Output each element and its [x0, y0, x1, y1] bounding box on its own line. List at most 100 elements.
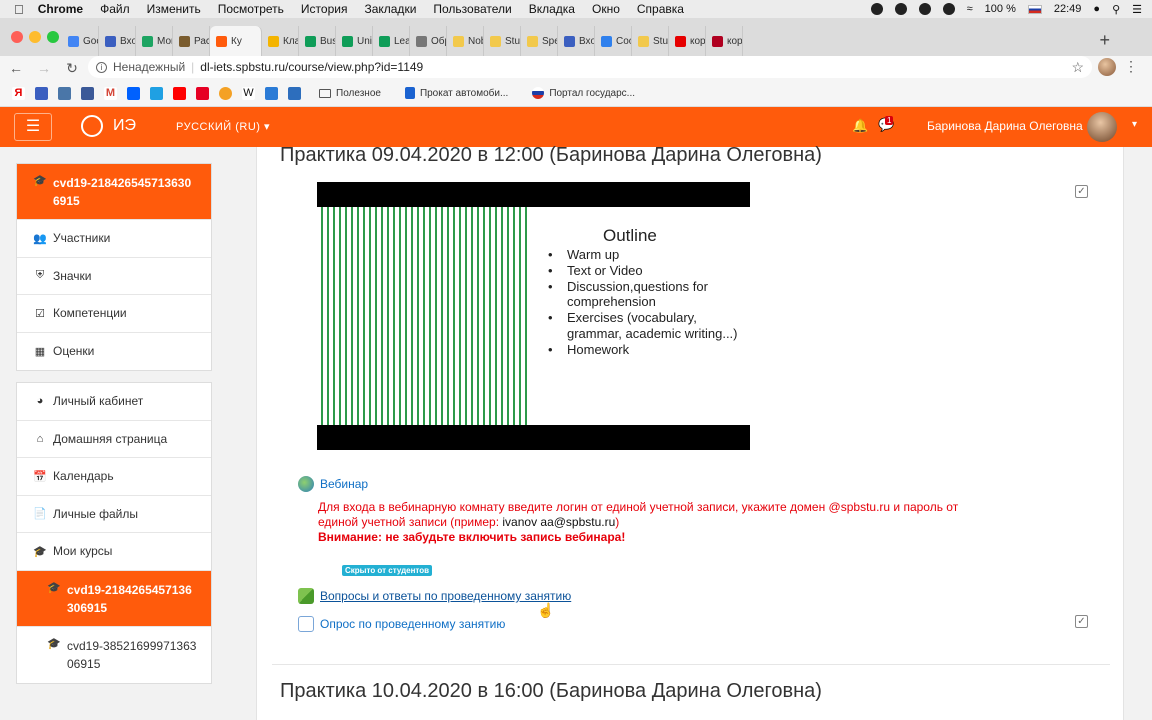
battery-level[interactable]: 100 % [985, 3, 1016, 15]
browser-tab[interactable]: Вход [558, 26, 595, 56]
survey-link[interactable]: Опрос по проведенному занятию [298, 616, 505, 632]
apple-icon[interactable]:  [14, 2, 24, 17]
translate-icon[interactable] [265, 86, 278, 100]
forum-link[interactable]: Вопросы и ответы по проведенному занятию [298, 588, 571, 604]
flag-icon[interactable] [1027, 4, 1042, 14]
browser-tab[interactable]: Stude [484, 26, 521, 56]
sidebar-item-competencies[interactable]: ☑ Компетенции [17, 295, 211, 333]
status-info-icon[interactable] [894, 3, 907, 15]
gmail-icon[interactable]: M [104, 86, 117, 100]
sidebar-item-calendar[interactable]: 📅 Календарь [17, 458, 211, 496]
sidebar-item-course[interactable]: 🎓 cvd19-2184265457136306915 [17, 164, 211, 220]
profile-avatar[interactable] [1098, 58, 1116, 76]
browser-tab[interactable]: Goog [62, 26, 99, 56]
sidebar-item-course-current[interactable]: 🎓 cvd19-2184265457136306915 [17, 570, 211, 627]
browser-tab[interactable]: Обра [410, 26, 447, 56]
section-divider [272, 664, 1110, 665]
notification-center-icon[interactable]: ☰ [1132, 3, 1142, 16]
sidebar-item-dashboard[interactable]: ◕ Личный кабинет [17, 383, 211, 421]
vk-icon[interactable] [58, 86, 71, 100]
calendar-icon: 📅 [33, 470, 47, 483]
status-app-icon[interactable] [870, 3, 883, 15]
sidebar-item-participants[interactable]: 👥 Участники [17, 220, 211, 258]
menu-help[interactable]: Справка [637, 2, 684, 16]
menu-view[interactable]: Посмотреть [218, 2, 284, 16]
browser-tab[interactable]: Вход [99, 26, 136, 56]
browser-tab[interactable]: Unit [336, 26, 373, 56]
browser-tab[interactable]: Мои [136, 26, 173, 56]
clock[interactable]: 22:49 [1054, 3, 1082, 15]
pinterest-icon[interactable] [196, 86, 209, 100]
browser-tab[interactable]: корп [669, 26, 706, 56]
bookmark-car-rental[interactable]: Прокат автомоби... [404, 87, 508, 99]
menu-dots-icon[interactable]: ⋮ [1124, 58, 1138, 75]
yandex-icon[interactable]: Я [12, 86, 25, 100]
completion-checkbox[interactable]: ✓ [1075, 185, 1088, 198]
sidebar-item-badges[interactable]: ⛨ Значки [17, 258, 211, 295]
dropbox-icon[interactable] [127, 86, 140, 100]
user-menu-caret-icon[interactable]: ▾ [1132, 119, 1137, 130]
sidebar-item-grades[interactable]: ▦ Оценки [17, 333, 211, 371]
menu-window[interactable]: Окно [592, 2, 620, 16]
hamburger-menu-icon[interactable]: ☰ [14, 113, 52, 141]
browser-tab[interactable]: кор [706, 26, 743, 56]
browser-tab[interactable]: Расп [173, 26, 210, 56]
menu-bookmarks[interactable]: Закладки [364, 2, 416, 16]
browser-tab[interactable]: Spea [521, 26, 558, 56]
message-count-badge: 1 [885, 116, 894, 125]
bookmark-folder-useful[interactable]: Полезное [319, 88, 381, 99]
status-cloud-icon[interactable] [918, 3, 931, 15]
forward-icon[interactable]: → [32, 60, 56, 76]
reload-icon[interactable]: ↻ [60, 60, 84, 77]
address-bar[interactable]: i Ненадежный | dl-iets.spbstu.ru/course/… [88, 56, 1092, 78]
minimize-window-icon[interactable] [29, 31, 41, 43]
menu-users[interactable]: Пользователи [433, 2, 511, 16]
sidebar-item-my-courses[interactable]: 🎓 Мои курсы [17, 533, 211, 571]
status-sync-icon[interactable] [942, 3, 955, 15]
browser-tab[interactable]: Сооб [595, 26, 632, 56]
user-name[interactable]: Баринова Дарина Олеговна [927, 119, 1083, 133]
browser-tab[interactable]: Ку [210, 26, 262, 56]
mail-icon[interactable] [35, 86, 48, 100]
spotlight-icon[interactable]: ⚲ [1112, 3, 1120, 16]
sidebar-item-course-other[interactable]: 🎓 cvd19-3852169997136306915 [17, 627, 211, 683]
info-icon[interactable]: i [96, 61, 107, 73]
new-tab-button[interactable]: + [1099, 30, 1110, 51]
sidebar-item-files[interactable]: 📄 Личные файлы [17, 496, 211, 533]
menu-history[interactable]: История [301, 2, 348, 16]
menu-tab[interactable]: Вкладка [529, 2, 575, 16]
facebook-icon[interactable] [81, 86, 94, 100]
bell-icon[interactable]: 🔔 [852, 118, 868, 134]
wikipedia-icon[interactable]: W [242, 86, 255, 100]
sidebar-item-label: Компетенции [53, 306, 127, 321]
browser-tab[interactable]: Класс [262, 26, 299, 56]
youtube-icon[interactable] [173, 86, 186, 100]
browser-tab[interactable]: Stud [632, 26, 669, 56]
photos-icon[interactable] [219, 86, 232, 100]
browser-tab[interactable]: Nobe [447, 26, 484, 56]
windows-icon[interactable] [288, 86, 301, 100]
app-icon[interactable] [150, 86, 163, 100]
url-text[interactable]: dl-iets.spbstu.ru/course/view.php?id=114… [200, 60, 423, 74]
browser-tab[interactable]: Busin [299, 26, 336, 56]
site-logo[interactable]: ИЭ [81, 115, 136, 137]
tab-label: Класс [283, 35, 298, 47]
close-window-icon[interactable] [11, 31, 23, 43]
language-selector[interactable]: РУССКИЙ (RU) ▾ [176, 120, 270, 133]
sidebar-item-home[interactable]: ⌂ Домашняя страница [17, 421, 211, 458]
webinar-link[interactable]: Вебинар [298, 476, 368, 492]
back-icon[interactable]: ← [4, 60, 28, 76]
browser-tab[interactable]: Learn [373, 26, 410, 56]
user-icon[interactable]: ● [1093, 3, 1100, 15]
maximize-window-icon[interactable] [47, 31, 59, 43]
menu-edit[interactable]: Изменить [147, 2, 201, 16]
wifi-icon[interactable]: ≈ [967, 3, 973, 15]
logo-mark-icon [81, 115, 103, 137]
menu-file[interactable]: Файл [100, 2, 130, 16]
sidebar-item-label: cvd19-2184265457136306915 [53, 176, 192, 208]
completion-checkbox[interactable]: ✓ [1075, 615, 1088, 628]
bookmark-star-icon[interactable]: ☆ [1071, 59, 1084, 76]
menu-app-name[interactable]: Chrome [38, 2, 83, 16]
bookmark-gov-portal[interactable]: Портал государс... [532, 87, 635, 99]
user-avatar[interactable] [1087, 112, 1117, 142]
